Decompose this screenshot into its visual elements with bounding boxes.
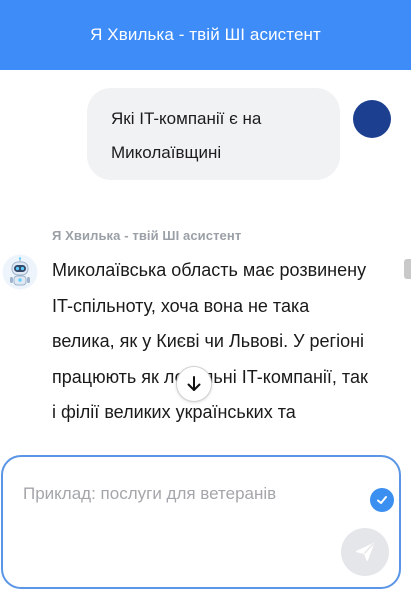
scrollbar-thumb[interactable]: [404, 259, 411, 279]
bot-message-text: Миколаївська область має розвинену IT-сп…: [52, 260, 368, 422]
chat-header: Я Хвилька - твій ШІ асистент: [0, 0, 411, 70]
chat-area[interactable]: Які IT-компанії є на Миколаївщині Я Хвил…: [0, 70, 411, 455]
arrow-down-icon: [187, 376, 201, 391]
check-icon: [370, 488, 394, 512]
header-title: Я Хвилька - твій ШІ асистент: [90, 25, 321, 44]
send-icon: [356, 543, 374, 561]
robot-icon: [2, 254, 38, 290]
scroll-down-button[interactable]: [176, 366, 212, 402]
message-composer: [1, 455, 401, 589]
bot-name: Я Хвилька - твій ШІ асистент: [52, 228, 242, 243]
user-message-bubble: Які IT-компанії є на Миколаївщині: [87, 88, 340, 180]
user-avatar: [353, 100, 391, 138]
send-button[interactable]: [341, 528, 389, 576]
message-input[interactable]: [23, 481, 353, 507]
